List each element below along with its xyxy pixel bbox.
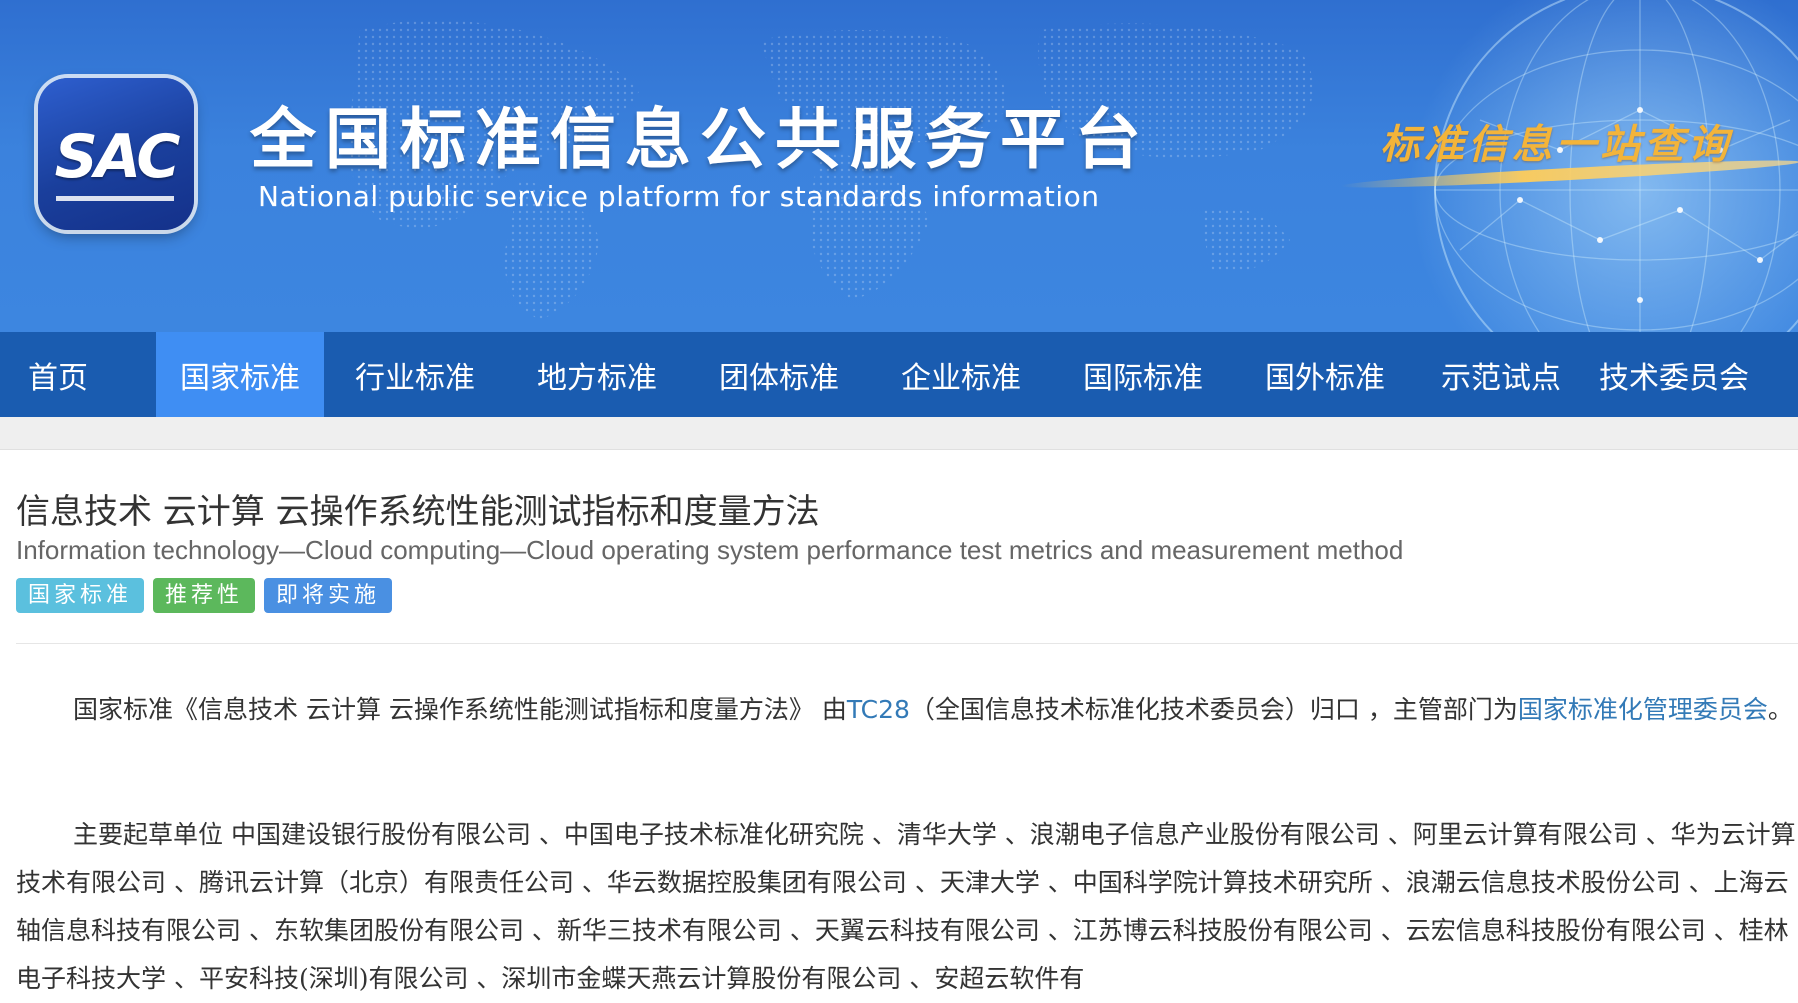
- standard-title-en: Information technology—Cloud computing—C…: [16, 535, 1404, 565]
- standard-title: 信息技术 云计算 云操作系统性能测试指标和度量方法: [16, 492, 820, 532]
- nav-item-foreign-standards[interactable]: 国外标准: [1234, 332, 1416, 417]
- drafting-units-paragraph: 主要起草单位 中国建设银行股份有限公司 、中国电子技术标准化研究院 、清华大学 …: [16, 820, 1796, 993]
- status-badges: 国家标准 推荐性 即将实施: [16, 578, 393, 613]
- badge-upcoming: 即将实施: [264, 578, 393, 613]
- badge-national-standard: 国家标准: [16, 578, 145, 613]
- breadcrumb-bar: [0, 417, 1798, 450]
- nav-item-enterprise-standards[interactable]: 企业标准: [870, 332, 1052, 417]
- header-banner: SAC 全国标准信息公共服务平台 National public service…: [0, 0, 1798, 332]
- nav-item-home[interactable]: 首页: [0, 332, 116, 417]
- description-paragraph: 国家标准《信息技术 云计算 云操作系统性能测试指标和度量方法》 由TC28（全国…: [16, 686, 1798, 782]
- description-middle: （全国信息技术标准化技术委员会）归口 ，主管部门为: [909, 695, 1518, 724]
- site-title: 全国标准信息公共服务平台: [250, 101, 1150, 178]
- nav-item-industry-standards[interactable]: 行业标准: [324, 332, 506, 417]
- badge-recommended: 推荐性: [153, 578, 256, 613]
- department-link[interactable]: 国家标准化管理委员会: [1518, 695, 1768, 724]
- nav-item-group-standards[interactable]: 团体标准: [688, 332, 870, 417]
- main-nav: 首页 国家标准 行业标准 地方标准 团体标准 企业标准 国际标准 国外标准 示范…: [0, 332, 1798, 417]
- nav-item-national-standards[interactable]: 国家标准: [156, 332, 324, 417]
- description-suffix: 。: [1767, 695, 1793, 724]
- logo-underline: [56, 196, 174, 201]
- description-prefix: 国家标准《信息技术 云计算 云操作系统性能测试指标和度量方法》 由: [73, 695, 847, 724]
- divider: [16, 643, 1798, 644]
- nav-item-local-standards[interactable]: 地方标准: [506, 332, 688, 417]
- nav-item-technical-committees[interactable]: 技术委员会: [1586, 332, 1762, 417]
- tc28-link[interactable]: TC28: [847, 695, 910, 724]
- site-subtitle: National public service platform for sta…: [258, 180, 1100, 213]
- nav-item-international-standards[interactable]: 国际标准: [1052, 332, 1234, 417]
- logo-text: SAC: [54, 122, 181, 192]
- nav-item-demonstration-pilots[interactable]: 示范试点: [1416, 332, 1586, 417]
- slogan: 标准信息一站查询: [1380, 121, 1732, 168]
- sac-logo[interactable]: SAC: [38, 78, 194, 230]
